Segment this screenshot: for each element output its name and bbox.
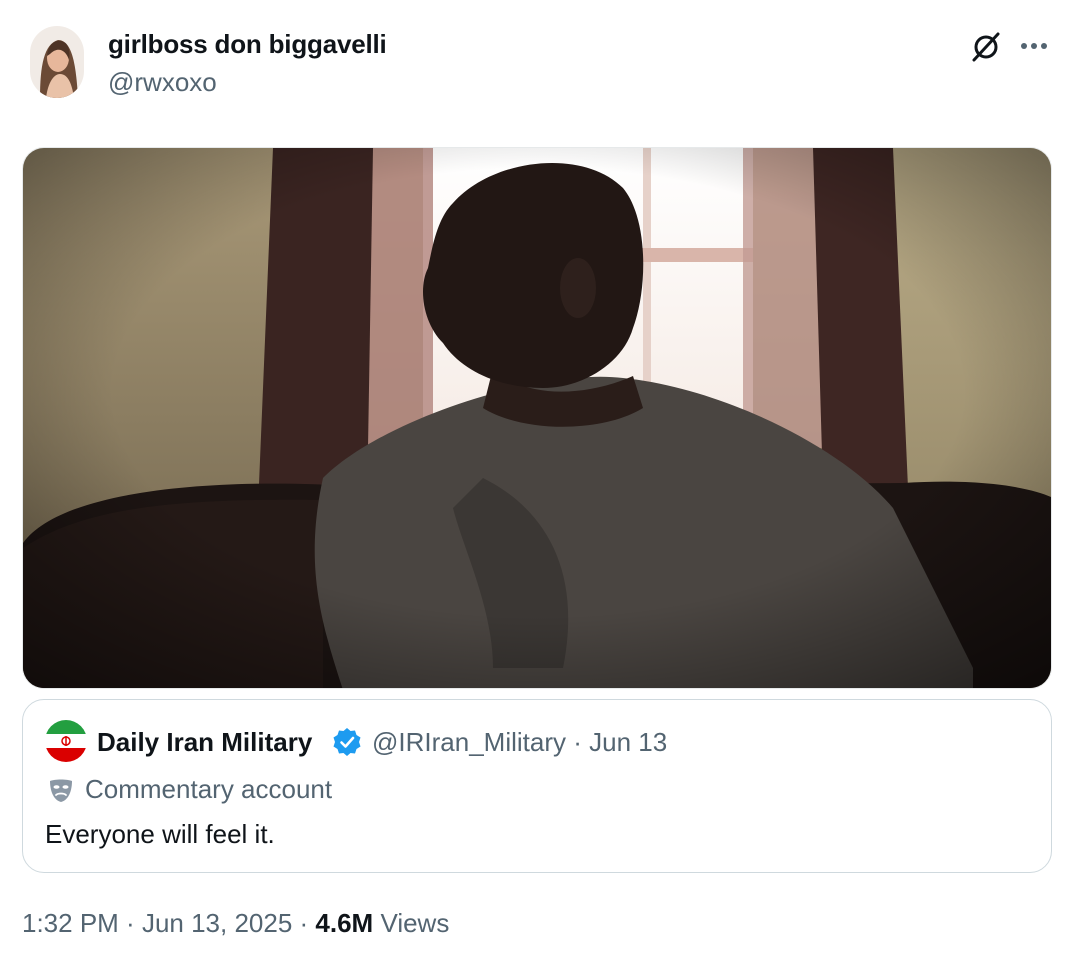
author-display-name[interactable]: girlboss don biggavelli [108,29,387,60]
post-media[interactable] [22,147,1052,689]
quoted-author-handle[interactable]: @IRIran_Military [372,727,566,757]
author-handle[interactable]: @rwxoxo [108,67,217,98]
quoted-handle-and-date: @IRIran_Military · Jun 13 [372,727,667,758]
views-label[interactable]: Views [380,908,449,938]
quoted-author-display-name[interactable]: Daily Iran Military [97,727,312,758]
quoted-post-date[interactable]: Jun 13 [589,727,667,757]
more-options-icon[interactable] [1017,34,1051,58]
post-date[interactable]: Jun 13, 2025 [142,908,292,938]
post-time[interactable]: 1:32 PM [22,908,119,938]
media-video-still [23,148,1051,688]
author-avatar[interactable] [30,26,84,98]
commentary-account-label: Commentary account [85,774,333,804]
views-count[interactable]: 4.6M [315,908,373,938]
meta-separator: · [292,908,316,938]
grok-slash-circle-icon[interactable] [969,30,1003,64]
meta-separator: · [573,727,582,757]
quoted-author-avatar-iran-flag[interactable] [45,720,87,762]
quoted-post-card[interactable]: Daily Iran Military @IRIran_Military · J… [22,699,1052,873]
quoted-post-text: Everyone will feel it. [45,819,275,849]
verified-badge-icon [332,727,362,757]
commentary-mask-icon [47,776,75,804]
post-timestamp-views: 1:32 PM · Jun 13, 2025 · 4.6M Views [22,908,449,939]
meta-separator: · [118,908,142,938]
avatar-photo [30,26,84,98]
